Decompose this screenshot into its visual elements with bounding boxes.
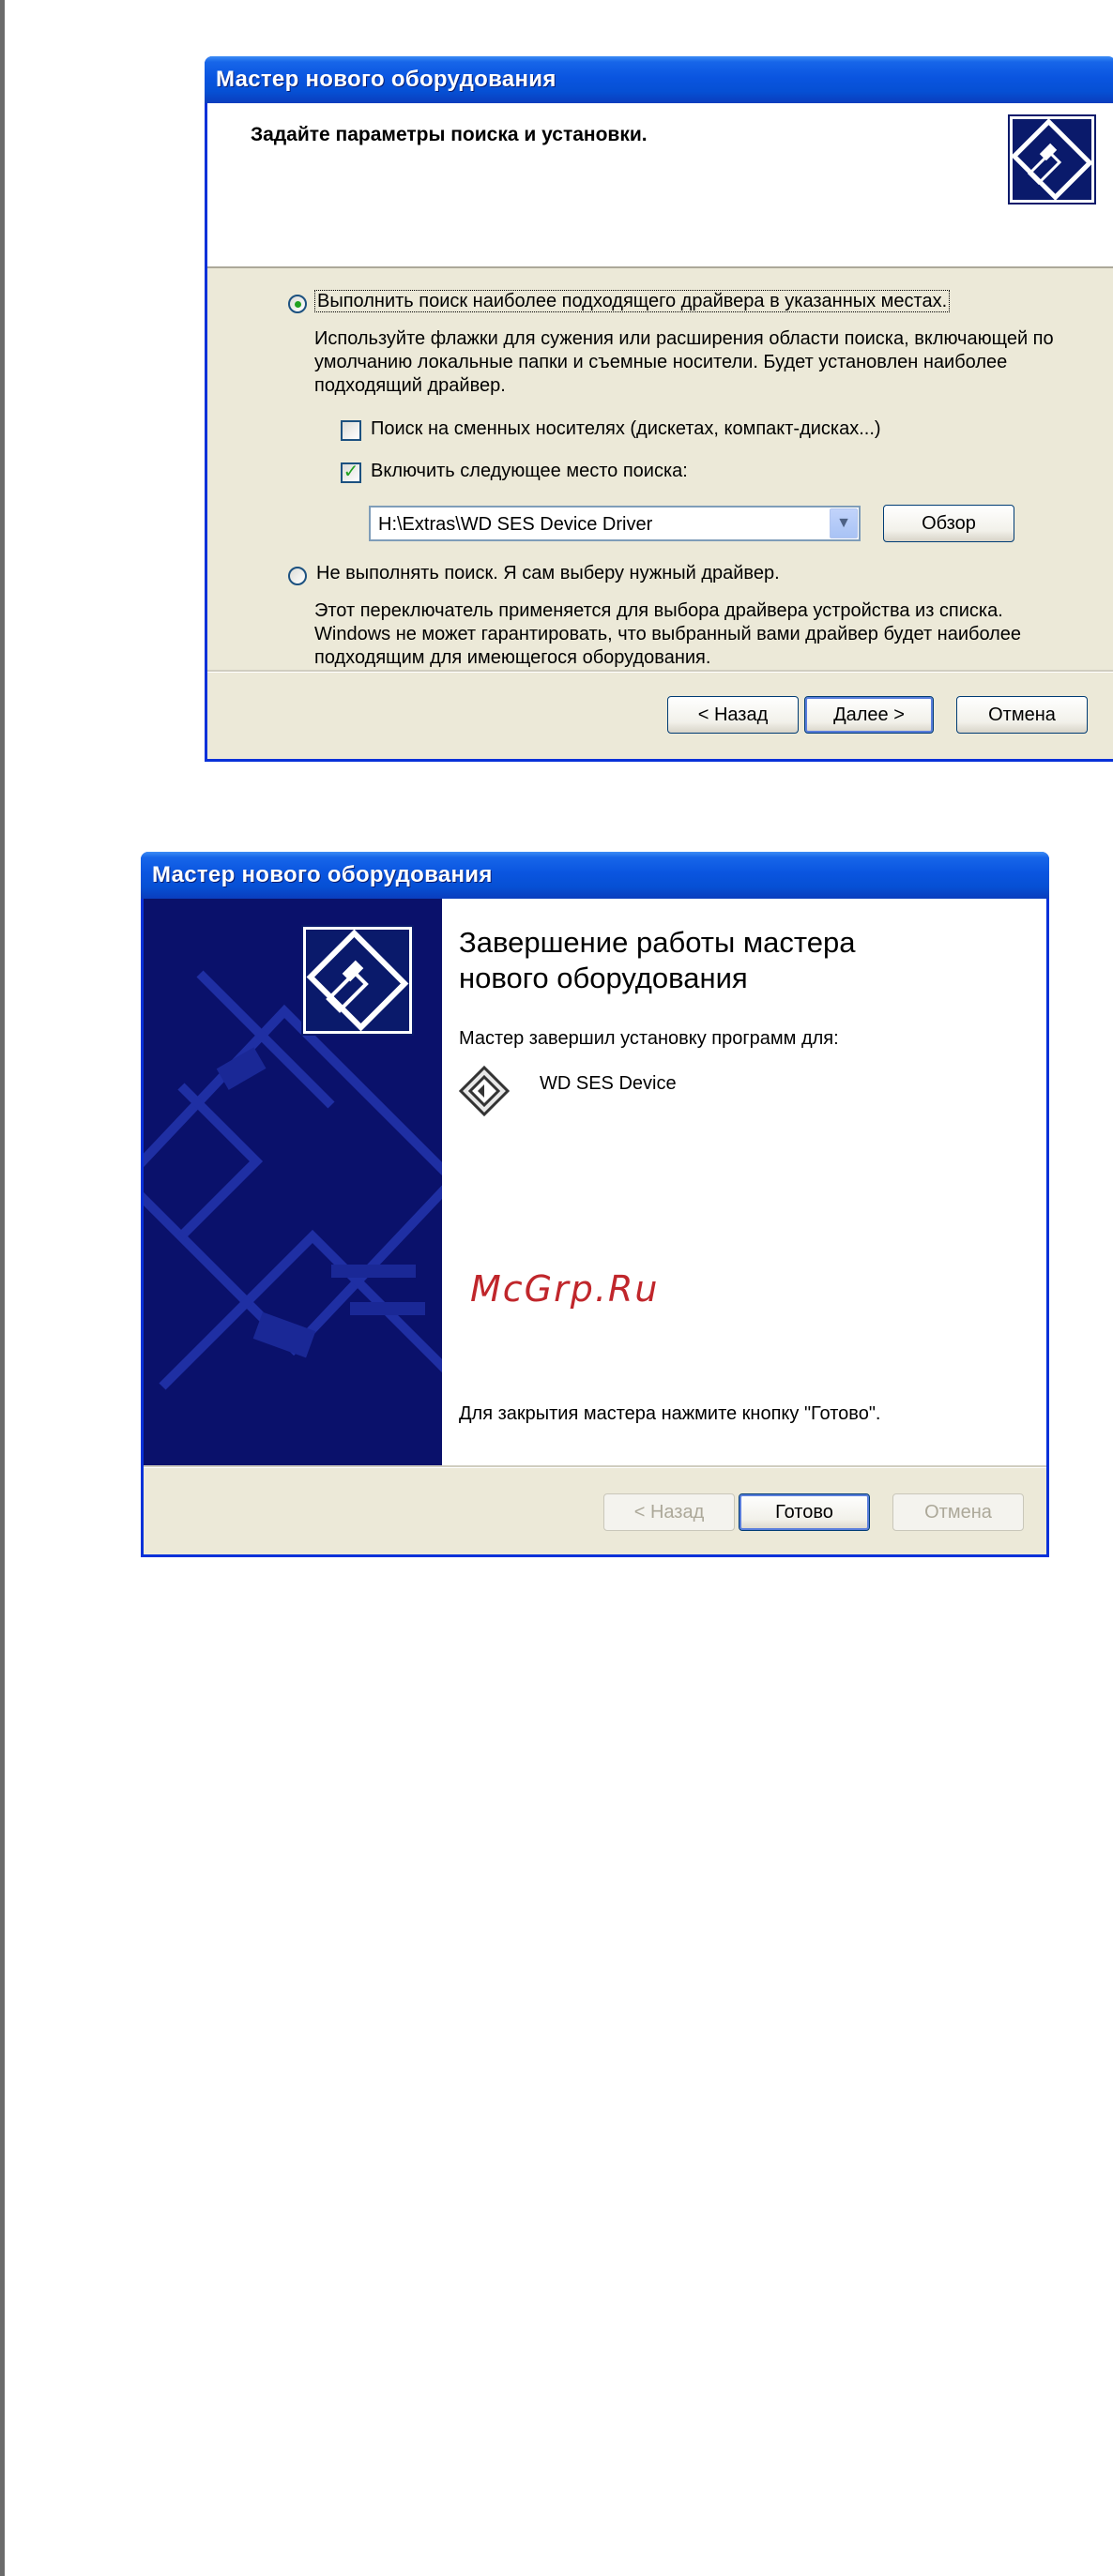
- watermark-text: McGrp.Ru: [470, 1268, 660, 1310]
- wizard-title-line2: нового оборудования: [459, 962, 748, 994]
- wizard-search-dialog: Мастер нового оборудования Задайте парам…: [205, 56, 1113, 762]
- wizard-header-title: Задайте параметры поиска и установки.: [251, 124, 648, 145]
- checkbox-removable-media[interactable]: [341, 420, 361, 441]
- finish-instruction: Для закрытия мастера нажмите кнопку "Гот…: [459, 1403, 881, 1424]
- window-title[interactable]: Мастер нового оборудования: [205, 56, 1113, 103]
- wizard-body: Выполнить поиск наиболее подходящего дра…: [207, 268, 1113, 726]
- back-button[interactable]: < Назад: [603, 1493, 735, 1531]
- window-title[interactable]: Мастер нового оборудования: [141, 852, 1049, 899]
- radio-search-label[interactable]: Выполнить поиск наиболее подходящего дра…: [314, 290, 951, 312]
- checkbox-removable-label[interactable]: Поиск на сменных носителях (дискетах, ко…: [371, 418, 881, 440]
- browse-button[interactable]: Обзор: [883, 505, 1014, 542]
- wizard-sidebar: [144, 899, 442, 1465]
- checkbox-include-location[interactable]: ✓: [341, 462, 361, 483]
- hardware-wizard-icon: [1008, 114, 1096, 205]
- hardware-wizard-icon: [301, 925, 414, 1036]
- next-button[interactable]: Далее >: [804, 696, 934, 734]
- device-name: WD SES Device: [540, 1073, 677, 1094]
- search-path-combobox[interactable]: H:\Extras\WD SES Device Driver ▼: [369, 506, 861, 541]
- wizard-title-line1: Завершение работы мастера: [459, 926, 856, 959]
- device-icon: [457, 1064, 511, 1118]
- wizard-header: Задайте параметры поиска и установки.: [207, 103, 1113, 268]
- page-left-rule: [0, 0, 5, 2576]
- installed-message: Мастер завершил установку программ для:: [459, 1028, 839, 1049]
- wizard-title: Завершение работы мастера нового оборудо…: [459, 925, 855, 996]
- manual-description: Этот переключатель применяется для выбор…: [314, 600, 1022, 668]
- radio-search-drivers[interactable]: [288, 295, 307, 313]
- wizard-content: Завершение работы мастера нового оборудо…: [442, 899, 1046, 1465]
- radio-manual-driver[interactable]: [288, 567, 307, 585]
- chevron-down-icon[interactable]: ▼: [830, 508, 858, 538]
- checkbox-include-label[interactable]: Включить следующее место поиска:: [371, 461, 688, 482]
- wizard-complete-dialog: Мастер нового оборудования Завершение ра…: [141, 852, 1049, 1557]
- finish-button[interactable]: Готово: [739, 1493, 870, 1531]
- search-description: Используйте флажки для сужения или расши…: [314, 328, 1054, 396]
- cancel-button[interactable]: Отмена: [892, 1493, 1024, 1531]
- button-separator: [207, 670, 1113, 673]
- search-path-value: H:\Extras\WD SES Device Driver: [378, 514, 653, 535]
- back-button[interactable]: < Назад: [667, 696, 799, 734]
- cancel-button[interactable]: Отмена: [956, 696, 1088, 734]
- radio-manual-label[interactable]: Не выполнять поиск. Я сам выберу нужный …: [316, 563, 780, 584]
- button-separator: [144, 1465, 1046, 1468]
